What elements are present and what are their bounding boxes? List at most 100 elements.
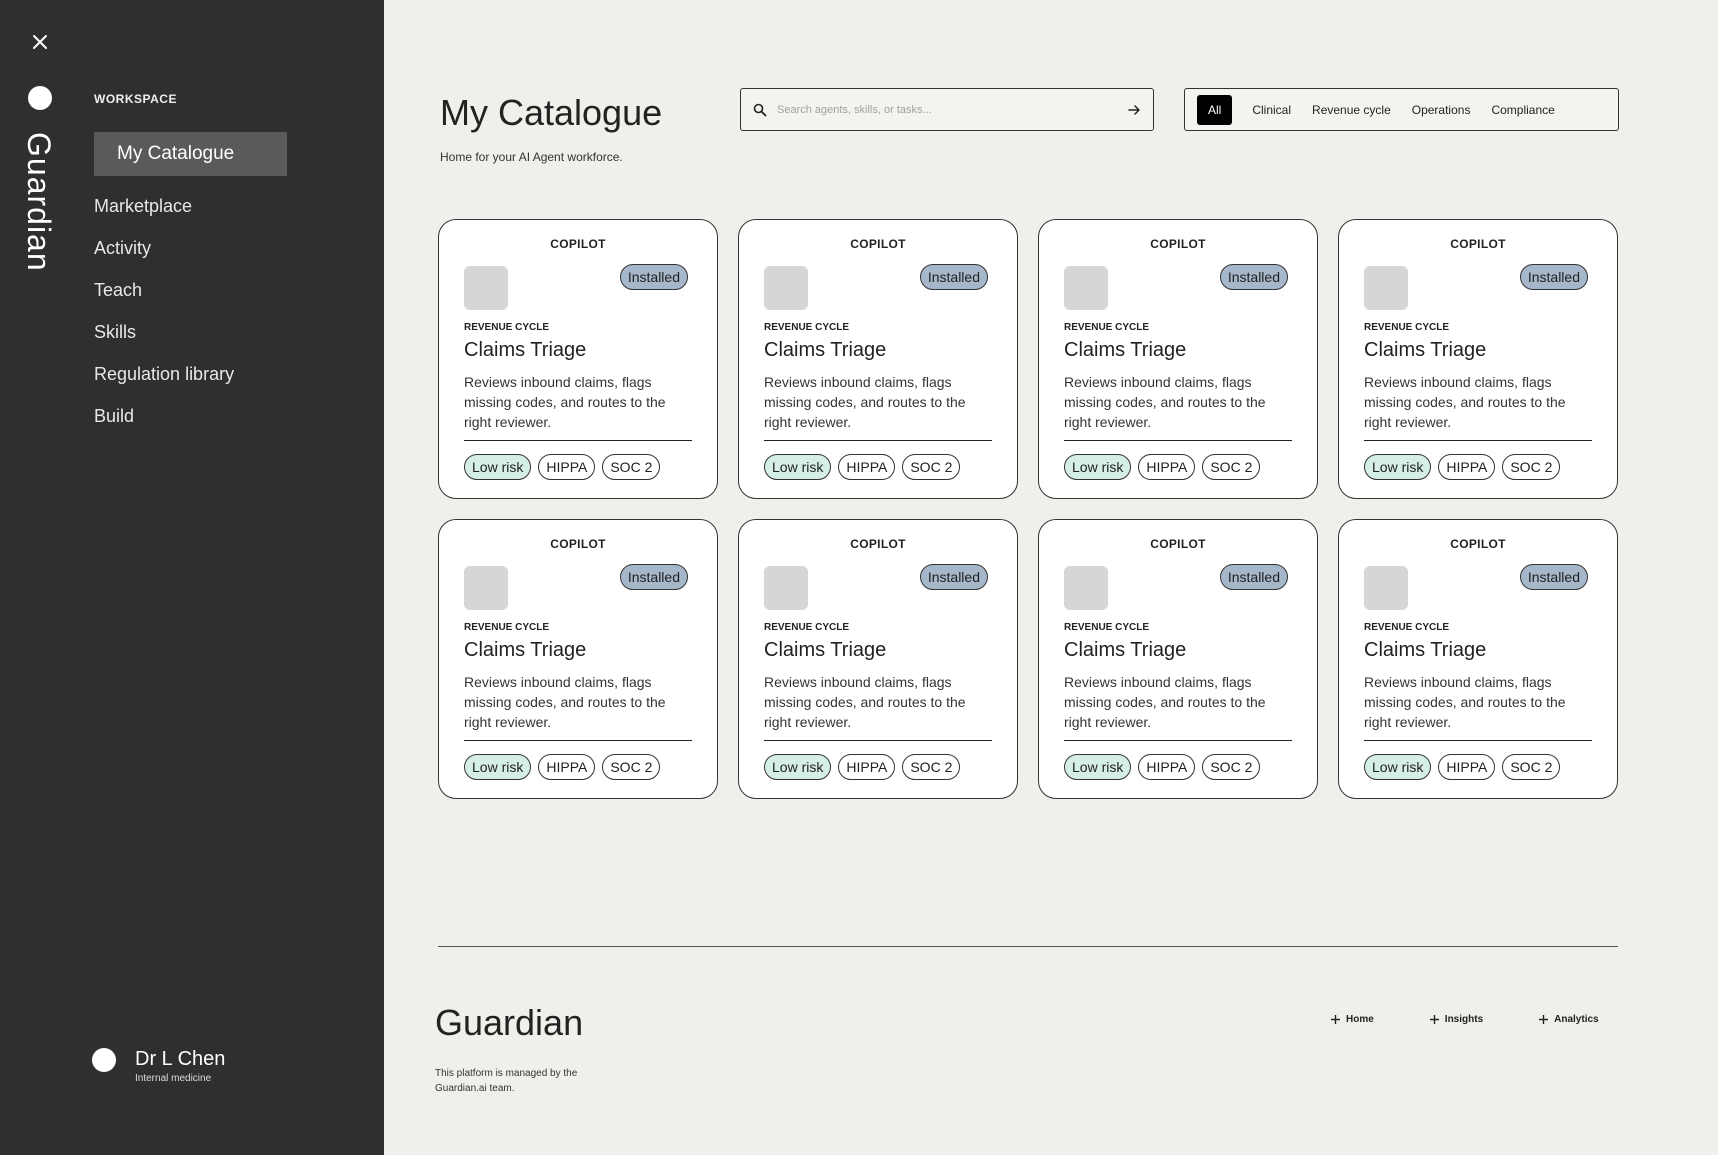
agent-thumbnail [764,566,808,610]
sidebar-item-skills[interactable]: Skills [94,311,287,353]
agent-card-grid: COPILOT Installed REVENUE CYCLE Claims T… [438,219,1618,799]
risk-tag: Low risk [1364,754,1432,780]
sidebar-item-activity[interactable]: Activity [94,227,287,269]
sidebar-item-teach[interactable]: Teach [94,269,287,311]
card-category: REVENUE CYCLE [1064,622,1150,633]
plus-icon [1539,1015,1549,1024]
footer-divider [438,946,1618,947]
footer-nav: Home Insights Analytics [1330,1014,1599,1025]
user-profile[interactable]: Dr L Chen Internal medicine [92,1046,225,1084]
agent-card[interactable]: COPILOT Installed REVENUE CYCLE Claims T… [1038,519,1318,799]
card-category: REVENUE CYCLE [464,322,550,333]
compliance-tag: HIPPA [1438,454,1496,480]
sidebar-item-my-catalogue[interactable]: My Catalogue [94,132,287,176]
footer-link-insights[interactable]: Insights [1429,1014,1483,1025]
agent-thumbnail [464,566,508,610]
card-tags: Low risk HIPPA SOC 2 [764,754,967,780]
card-type-label: COPILOT [850,537,906,551]
card-type-label: COPILOT [550,537,606,551]
agent-card[interactable]: COPILOT Installed REVENUE CYCLE Claims T… [438,519,718,799]
brand-logo-dot [28,86,52,110]
sidebar-item-build[interactable]: Build [94,395,287,437]
compliance-tag: SOC 2 [902,754,961,780]
sidebar: Guardian WORKSPACE My Catalogue Marketpl… [0,0,384,1155]
agent-card[interactable]: COPILOT Installed REVENUE CYCLE Claims T… [738,519,1018,799]
footer-note: This platform is managed by the Guardian… [435,1068,578,1094]
card-tags: Low risk HIPPA SOC 2 [764,454,967,480]
compliance-tag: HIPPA [838,754,896,780]
footer-link-home[interactable]: Home [1330,1014,1374,1025]
risk-tag: Low risk [1064,454,1132,480]
card-title: Claims Triage [464,639,587,661]
card-description: Reviews inbound claims, flags missing co… [1064,372,1292,441]
sidebar-item-marketplace[interactable]: Marketplace [94,185,287,227]
status-badge: Installed [1519,564,1588,590]
compliance-tag: SOC 2 [1202,754,1261,780]
card-description: Reviews inbound claims, flags missing co… [464,372,692,441]
agent-thumbnail [764,266,808,310]
filter-all[interactable]: All [1197,94,1233,125]
agent-card[interactable]: COPILOT Installed REVENUE CYCLE Claims T… [1038,219,1318,499]
filter-operations[interactable]: Operations [1412,103,1471,117]
filter-revenue-cycle[interactable]: Revenue cycle [1312,103,1391,117]
close-sidebar-button[interactable] [26,28,54,56]
user-name: Dr L Chen [135,1048,226,1070]
page-subtitle: Home for your AI Agent workforce. [440,150,623,164]
filter-clinical[interactable]: Clinical [1252,103,1291,117]
compliance-tag: HIPPA [538,754,596,780]
card-type-label: COPILOT [1150,537,1206,551]
card-category: REVENUE CYCLE [764,322,850,333]
status-badge: Installed [919,264,988,290]
card-category: REVENUE CYCLE [1364,622,1450,633]
compliance-tag: HIPPA [1138,454,1196,480]
status-badge: Installed [1519,264,1588,290]
card-type-label: COPILOT [1450,237,1506,251]
status-badge: Installed [1219,564,1288,590]
search-bar [740,88,1154,131]
status-badge: Installed [1219,264,1288,290]
agent-thumbnail [1364,566,1408,610]
search-input[interactable] [777,103,1127,116]
card-title: Claims Triage [764,639,887,661]
arrow-right-icon[interactable] [1127,103,1141,117]
status-badge: Installed [619,264,688,290]
compliance-tag: SOC 2 [602,754,661,780]
agent-card[interactable]: COPILOT Installed REVENUE CYCLE Claims T… [438,219,718,499]
plus-icon [1429,1015,1439,1024]
footer-brand: Guardian [435,1002,584,1043]
compliance-tag: HIPPA [1438,754,1496,780]
agent-card[interactable]: COPILOT Installed REVENUE CYCLE Claims T… [1338,519,1618,799]
card-title: Claims Triage [464,339,587,361]
risk-tag: Low risk [764,454,832,480]
sidebar-nav: My Catalogue Marketplace Activity Teach … [94,132,287,437]
card-description: Reviews inbound claims, flags missing co… [1064,672,1292,741]
user-role: Internal medicine [135,1073,212,1084]
card-tags: Low risk HIPPA SOC 2 [1364,754,1567,780]
category-filters: All Clinical Revenue cycle Operations Co… [1184,88,1619,131]
footer-link-analytics[interactable]: Analytics [1538,1014,1599,1025]
filter-compliance[interactable]: Compliance [1491,103,1554,117]
status-badge: Installed [619,564,688,590]
agent-card[interactable]: COPILOT Installed REVENUE CYCLE Claims T… [738,219,1018,499]
search-icon [753,103,767,116]
footer-link-label: Analytics [1554,1014,1599,1025]
footer-link-label: Home [1346,1014,1374,1025]
card-description: Reviews inbound claims, flags missing co… [1364,672,1592,741]
risk-tag: Low risk [1364,454,1432,480]
workspace-section-label: WORKSPACE [94,92,177,106]
card-tags: Low risk HIPPA SOC 2 [464,754,667,780]
card-title: Claims Triage [764,339,887,361]
agent-thumbnail [1064,566,1108,610]
card-title: Claims Triage [1364,639,1487,661]
compliance-tag: SOC 2 [1502,754,1561,780]
compliance-tag: HIPPA [838,454,896,480]
card-description: Reviews inbound claims, flags missing co… [764,372,992,441]
card-type-label: COPILOT [1450,537,1506,551]
agent-card[interactable]: COPILOT Installed REVENUE CYCLE Claims T… [1338,219,1618,499]
risk-tag: Low risk [1064,754,1132,780]
sidebar-item-regulation-library[interactable]: Regulation library [94,353,287,395]
compliance-tag: SOC 2 [1502,454,1561,480]
agent-thumbnail [1064,266,1108,310]
card-title: Claims Triage [1064,639,1187,661]
agent-thumbnail [1364,266,1408,310]
